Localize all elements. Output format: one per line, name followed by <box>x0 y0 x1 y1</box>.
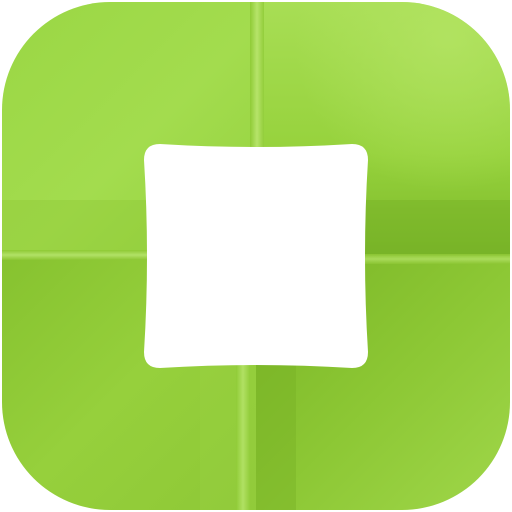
folded-green-square-frame-icon <box>2 2 510 510</box>
center-square <box>144 144 368 368</box>
app-icon <box>0 0 512 512</box>
